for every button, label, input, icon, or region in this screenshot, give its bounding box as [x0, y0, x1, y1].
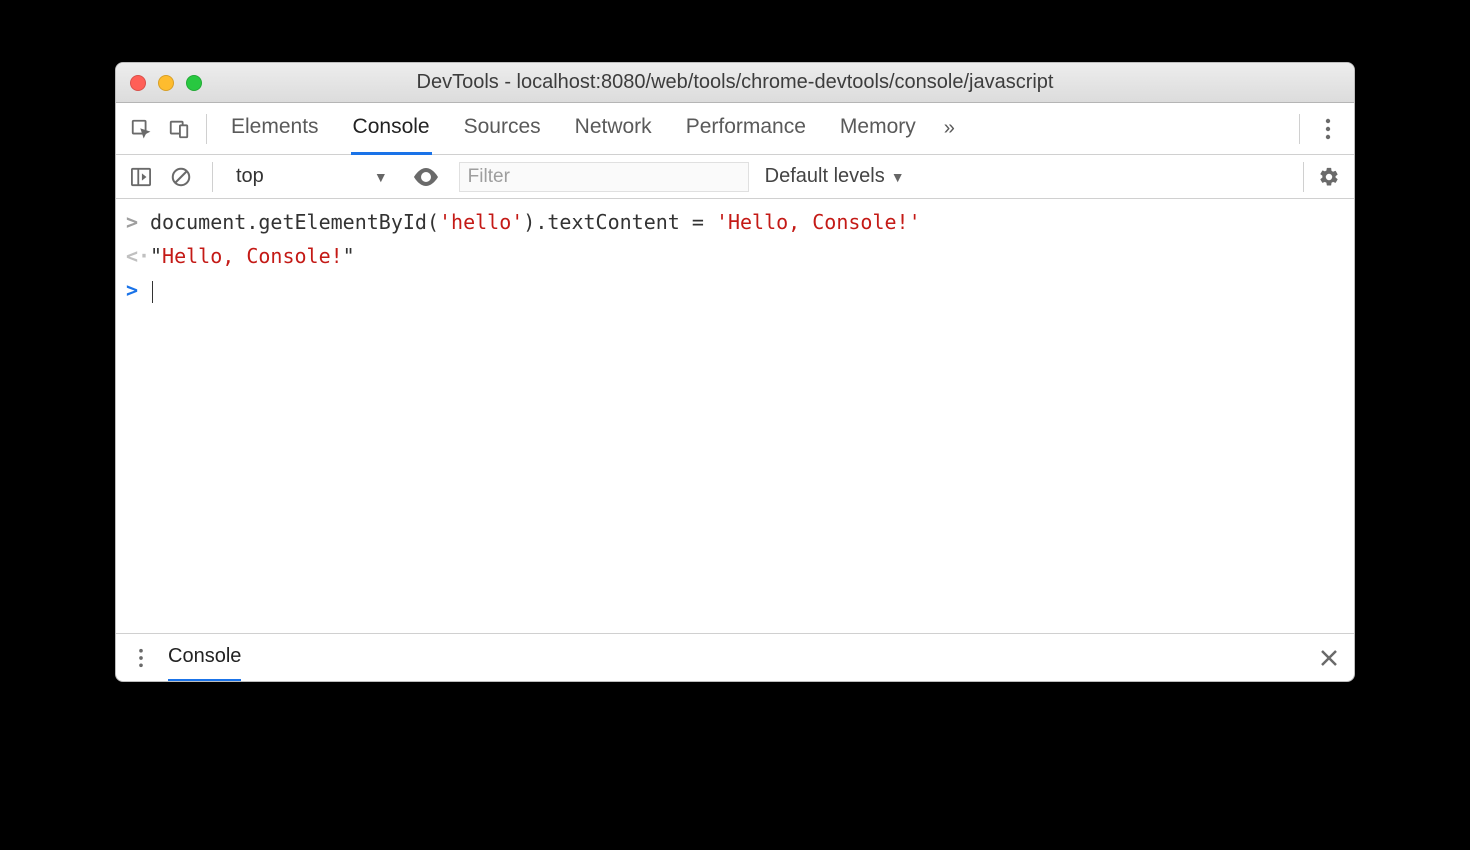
- toggle-sidebar-icon[interactable]: [124, 160, 158, 194]
- tab-memory[interactable]: Memory: [838, 103, 918, 155]
- console-input-row: >document.getElementById('hello').textCo…: [116, 205, 1354, 239]
- devtools-window: DevTools - localhost:8080/web/tools/chro…: [115, 62, 1355, 682]
- console-message: document.getElementById('hello').textCon…: [150, 205, 921, 239]
- window-title: DevTools - localhost:8080/web/tools/chro…: [116, 71, 1354, 94]
- toolbar-divider: [1303, 162, 1304, 192]
- text-caret: [152, 281, 153, 303]
- chevron-down-icon: ▼: [374, 169, 388, 185]
- console-settings-icon[interactable]: [1312, 166, 1346, 188]
- drawer: Console: [116, 633, 1354, 681]
- execution-context-label: top: [236, 165, 264, 188]
- zoom-window-button[interactable]: [186, 75, 202, 91]
- settings-kebab-icon[interactable]: [1308, 109, 1348, 149]
- output-marker-icon: <·: [126, 239, 150, 273]
- prompt-marker-icon: >: [126, 273, 150, 307]
- tab-network[interactable]: Network: [573, 103, 654, 155]
- more-tabs-icon[interactable]: »: [944, 117, 955, 140]
- toolbar-divider: [1299, 114, 1300, 144]
- console-prompt-input[interactable]: [150, 273, 153, 307]
- panel-tabs: Elements Console Sources Network Perform…: [229, 103, 918, 155]
- drawer-tab-console[interactable]: Console: [168, 634, 241, 682]
- device-toolbar-icon[interactable]: [160, 110, 198, 148]
- console-output-row: <·"Hello, Console!": [116, 239, 1354, 273]
- input-marker-icon: >: [126, 205, 150, 239]
- close-drawer-icon[interactable]: [1312, 641, 1346, 675]
- drawer-menu-icon[interactable]: [124, 641, 158, 675]
- console-toolbar: top ▼ Default levels ▼: [116, 155, 1354, 199]
- tab-performance[interactable]: Performance: [684, 103, 808, 155]
- tab-console[interactable]: Console: [351, 103, 432, 155]
- filter-input[interactable]: [459, 162, 749, 192]
- close-window-button[interactable]: [130, 75, 146, 91]
- live-expression-icon[interactable]: [409, 160, 443, 194]
- tab-elements[interactable]: Elements: [229, 103, 321, 155]
- inspect-element-icon[interactable]: [122, 110, 160, 148]
- minimize-window-button[interactable]: [158, 75, 174, 91]
- traffic-lights: [130, 75, 202, 91]
- console-message: "Hello, Console!": [150, 239, 355, 273]
- log-levels-label: Default levels: [765, 165, 885, 188]
- main-toolbar: Elements Console Sources Network Perform…: [116, 103, 1354, 155]
- toolbar-divider: [212, 162, 213, 192]
- tab-sources[interactable]: Sources: [462, 103, 543, 155]
- log-levels-select[interactable]: Default levels ▼: [765, 165, 905, 188]
- console-prompt-row[interactable]: >: [116, 273, 1354, 307]
- clear-console-icon[interactable]: [164, 160, 198, 194]
- console-body[interactable]: >document.getElementById('hello').textCo…: [116, 199, 1354, 633]
- chevron-down-icon: ▼: [891, 169, 905, 185]
- titlebar: DevTools - localhost:8080/web/tools/chro…: [116, 63, 1354, 103]
- toolbar-divider: [206, 114, 207, 144]
- execution-context-select[interactable]: top ▼: [227, 160, 397, 194]
